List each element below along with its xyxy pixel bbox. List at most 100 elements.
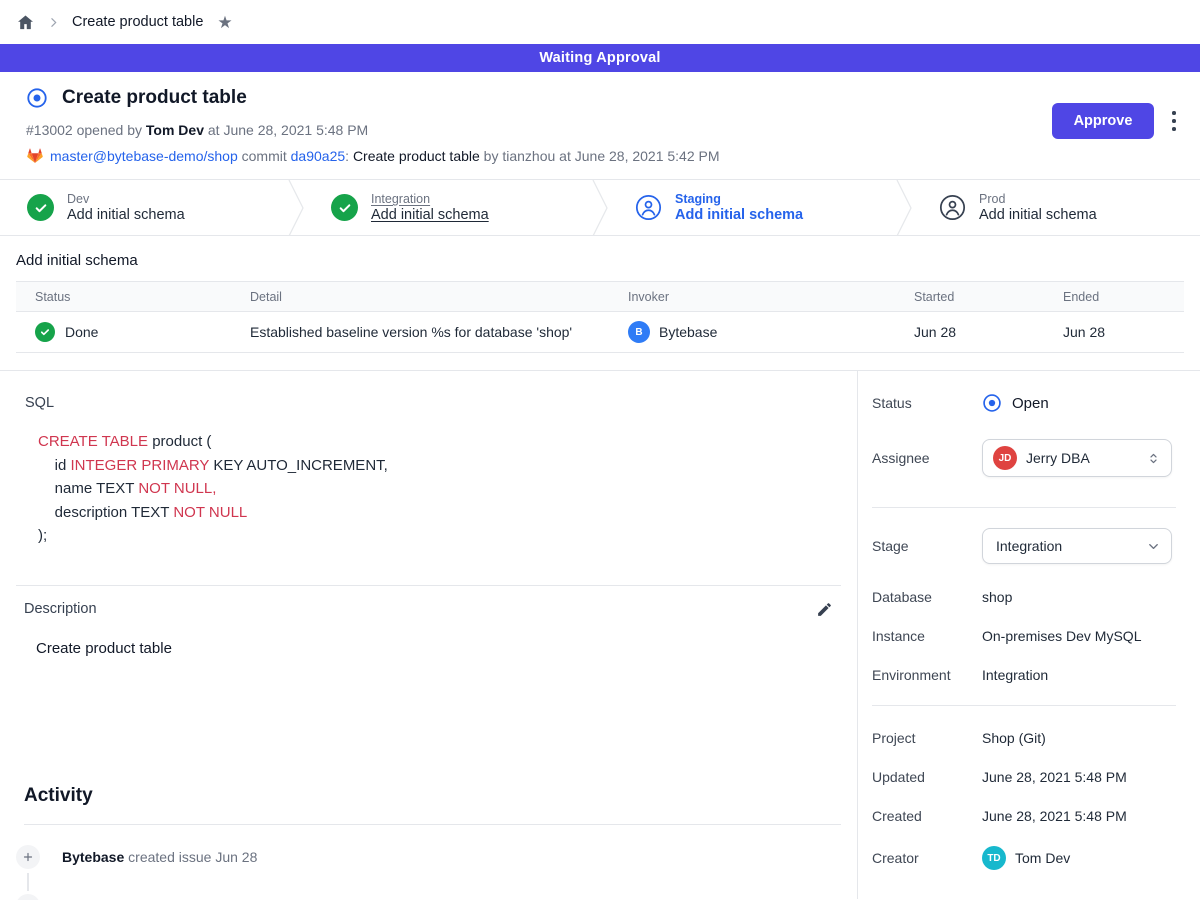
git-commit-message: Create product table <box>353 148 480 164</box>
environment-value: Integration <box>982 667 1176 683</box>
assignee-avatar: JD <box>993 446 1017 470</box>
creator-label: Creator <box>872 850 982 866</box>
task-started-date: Jun 28 <box>914 324 1063 340</box>
git-commit-row: master@bytebase-demo/shop commit da90a25… <box>26 147 1176 164</box>
created-value: June 28, 2021 5:48 PM <box>982 808 1176 824</box>
divider <box>16 585 841 586</box>
stage-env-label: Prod <box>979 192 1097 206</box>
breadcrumb-current[interactable]: Create product table <box>72 14 203 30</box>
stage-env-label: Staging <box>675 192 803 206</box>
divider <box>24 824 841 825</box>
sql-code-block: CREATE TABLE product ( id INTEGER PRIMAR… <box>38 430 841 548</box>
activity-actor: Bytebase <box>62 849 124 865</box>
status-open-icon <box>982 393 1002 413</box>
timeline-connector <box>27 873 29 891</box>
project-label: Project <box>872 730 982 746</box>
status-label: Status <box>872 395 982 411</box>
git-commit-hash-link[interactable]: da90a25 <box>291 148 346 164</box>
assignee-value: Jerry DBA <box>1026 450 1090 466</box>
pipeline-stage-integration[interactable]: Integration Add initial schema <box>304 180 592 235</box>
project-value: Shop (Git) <box>982 730 1176 746</box>
up-down-chevron-icon <box>1146 451 1161 466</box>
database-label: Database <box>872 589 982 605</box>
pipeline-stage-staging[interactable]: Staging Add initial schema <box>608 180 896 235</box>
pipeline-stage-prod[interactable]: Prod Add initial schema <box>912 180 1200 235</box>
table-row[interactable]: Done Established baseline version %s for… <box>16 312 1184 353</box>
task-invoker-name: Bytebase <box>659 324 717 340</box>
stage-separator <box>592 180 608 235</box>
chevron-right-icon <box>47 16 60 29</box>
gitlab-icon <box>26 147 44 164</box>
stage-task-label: Add initial schema <box>371 207 489 223</box>
issue-author: Tom Dev <box>146 122 204 138</box>
pipeline-stage-dev[interactable]: Dev Add initial schema <box>0 180 288 235</box>
instance-label: Instance <box>872 628 982 644</box>
issue-sidebar: Status Open Assignee JD Jerry DBA Stage … <box>858 371 1200 899</box>
sql-label: SQL <box>25 395 841 411</box>
timeline-next-node <box>16 894 40 900</box>
favorite-star-icon[interactable]: ★ <box>217 14 232 31</box>
environment-label: Environment <box>872 667 982 683</box>
breadcrumb: Create product table ★ <box>0 0 1200 44</box>
activity-action: created issue <box>124 849 215 865</box>
stage-done-check-icon <box>331 194 358 221</box>
task-section: Add initial schema Status Detail Invoker… <box>0 236 1200 370</box>
stage-pending-approval-icon <box>635 194 662 221</box>
activity-heading: Activity <box>24 785 841 807</box>
description-label: Description <box>24 601 97 617</box>
stage-pending-icon <box>939 194 966 221</box>
edit-description-icon[interactable] <box>816 601 833 618</box>
more-options-icon[interactable] <box>1170 107 1178 134</box>
column-status: Status <box>35 290 250 304</box>
issue-meta-prefix: #13002 opened by <box>26 122 146 138</box>
task-section-title: Add initial schema <box>16 252 1184 269</box>
plus-icon <box>16 845 40 869</box>
activity-time: Jun 28 <box>215 849 257 865</box>
task-ended-date: Jun 28 <box>1063 324 1184 340</box>
stage-select[interactable]: Integration <box>982 528 1172 564</box>
updated-value: June 28, 2021 5:48 PM <box>982 769 1176 785</box>
activity-entry: Bytebase created issue Jun 28 <box>16 845 841 869</box>
stage-separator <box>288 180 304 235</box>
stage-done-check-icon <box>27 194 54 221</box>
creator-value: Tom Dev <box>1015 850 1070 866</box>
assignee-label: Assignee <box>872 450 982 466</box>
stage-label: Stage <box>872 538 982 554</box>
pipeline-stage-bar: Dev Add initial schema Integration Add i… <box>0 179 1200 236</box>
stage-task-label: Add initial schema <box>675 207 803 223</box>
issue-meta: #13002 opened by Tom Dev at June 28, 202… <box>26 122 1176 138</box>
home-icon[interactable] <box>16 13 35 32</box>
approve-button[interactable]: Approve <box>1052 103 1155 139</box>
stage-separator <box>896 180 912 235</box>
status-banner: Waiting Approval <box>0 44 1200 72</box>
issue-header: Create product table #13002 opened by To… <box>0 72 1200 179</box>
column-detail: Detail <box>250 290 628 304</box>
column-started: Started <box>914 290 1063 304</box>
task-done-check-icon <box>35 322 55 342</box>
stage-env-label: Dev <box>67 192 185 206</box>
issue-detail-panel: SQL CREATE TABLE product ( id INTEGER PR… <box>0 371 858 899</box>
updated-label: Updated <box>872 769 982 785</box>
page-title: Create product table <box>62 87 247 109</box>
creator-avatar: TD <box>982 846 1006 870</box>
task-detail-text: Established baseline version %s for data… <box>250 324 628 340</box>
description-text: Create product table <box>36 640 841 657</box>
task-table-header: Status Detail Invoker Started Ended <box>16 282 1184 312</box>
task-status-text: Done <box>65 324 98 340</box>
activity-timeline: Bytebase created issue Jun 28 <box>16 845 841 869</box>
chevron-down-icon <box>1146 539 1161 554</box>
issue-meta-time: at June 28, 2021 5:48 PM <box>204 122 368 138</box>
column-ended: Ended <box>1063 290 1184 304</box>
git-commit-text: master@bytebase-demo/shop commit da90a25… <box>50 148 720 164</box>
stage-task-label: Add initial schema <box>67 207 185 223</box>
stage-value: Integration <box>996 538 1062 554</box>
task-table: Status Detail Invoker Started Ended Done… <box>16 281 1184 353</box>
assignee-select[interactable]: JD Jerry DBA <box>982 439 1172 477</box>
issue-open-icon <box>26 87 48 109</box>
divider <box>872 705 1176 706</box>
instance-value: On-premises Dev MySQL <box>982 628 1176 644</box>
created-label: Created <box>872 808 982 824</box>
bytebase-avatar: B <box>628 321 650 343</box>
git-branch-link[interactable]: master@bytebase-demo/shop <box>50 148 238 164</box>
column-invoker: Invoker <box>628 290 914 304</box>
